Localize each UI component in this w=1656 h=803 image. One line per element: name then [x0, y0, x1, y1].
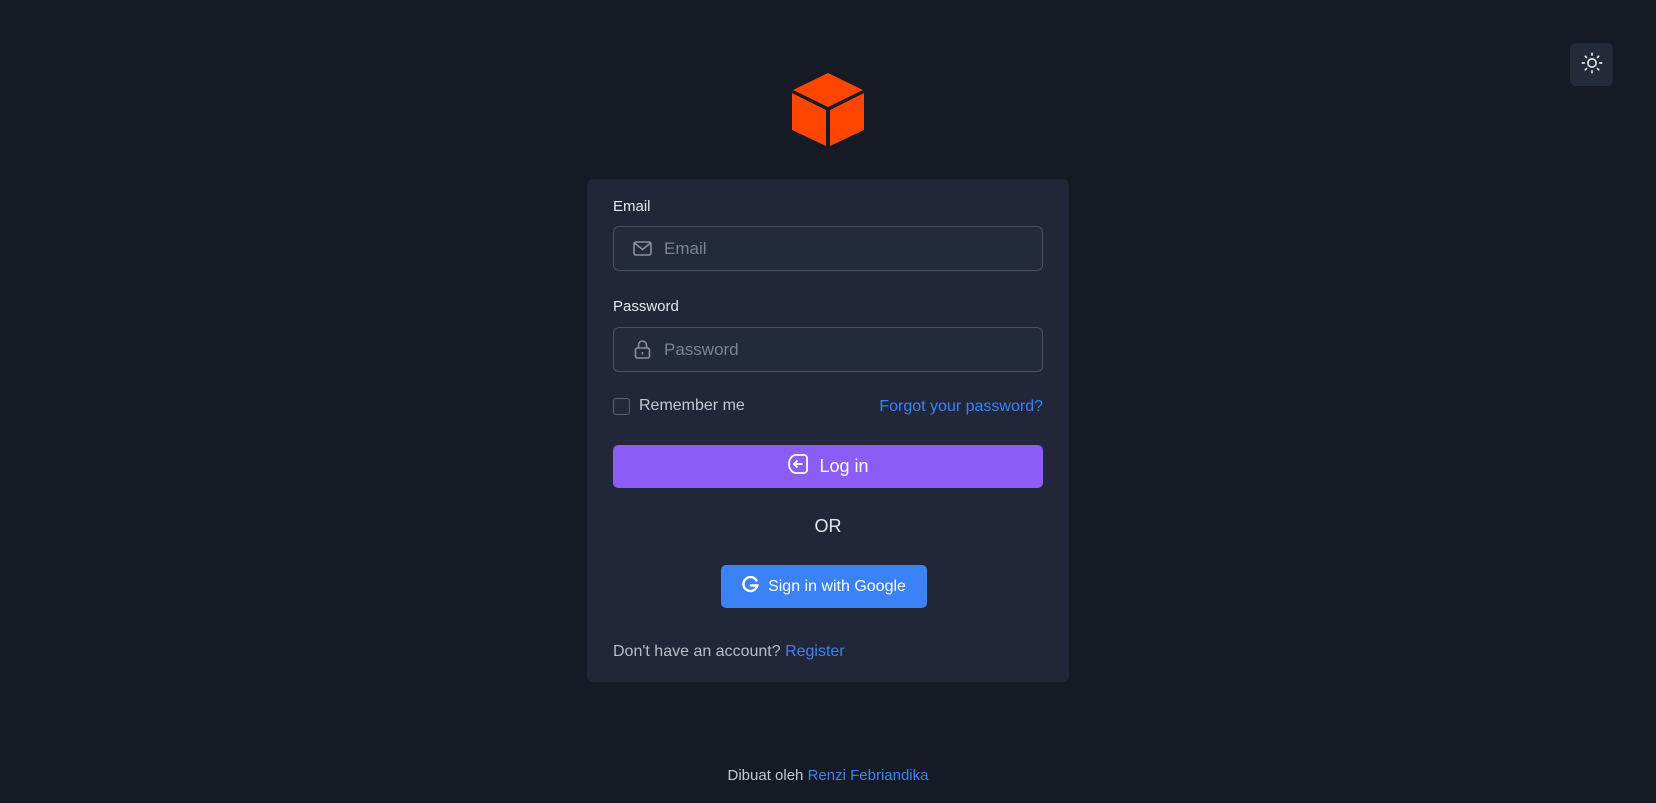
or-divider: OR — [814, 516, 842, 536]
author-link[interactable]: Renzi Febriandika — [808, 767, 929, 784]
login-icon — [787, 453, 809, 480]
footer: Dibuat oleh Renzi Febriandika — [0, 767, 1656, 784]
theme-toggle-button[interactable] — [1570, 43, 1613, 86]
envelope-icon — [632, 239, 652, 259]
sun-icon — [1581, 52, 1603, 77]
login-button-label: Log in — [819, 456, 869, 476]
remember-me-label[interactable]: Remember me — [639, 397, 745, 415]
password-label: Password — [613, 298, 679, 315]
forgot-password-link[interactable]: Forgot your password? — [879, 398, 1043, 416]
footer-text: Dibuat oleh — [727, 767, 804, 784]
remember-me-checkbox[interactable] — [613, 397, 630, 415]
register-prompt: Don't have an account? Register — [613, 643, 845, 661]
password-field-wrapper — [613, 327, 1043, 372]
email-field-wrapper — [613, 226, 1043, 271]
google-icon — [742, 575, 759, 598]
lock-icon — [632, 340, 652, 360]
no-account-text: Don't have an account? — [613, 643, 781, 660]
email-input[interactable] — [652, 227, 1042, 270]
google-signin-button[interactable]: Sign in with Google — [721, 565, 927, 608]
email-label: Email — [613, 198, 651, 215]
password-input[interactable] — [652, 328, 1042, 371]
login-button[interactable]: Log in — [613, 445, 1043, 488]
remember-me-row: Remember me — [613, 397, 745, 415]
cube-logo-icon — [792, 73, 864, 146]
google-button-label: Sign in with Google — [768, 577, 906, 595]
register-link[interactable]: Register — [785, 643, 845, 660]
login-card: Email Password Remember me Forgot your p… — [587, 179, 1069, 682]
